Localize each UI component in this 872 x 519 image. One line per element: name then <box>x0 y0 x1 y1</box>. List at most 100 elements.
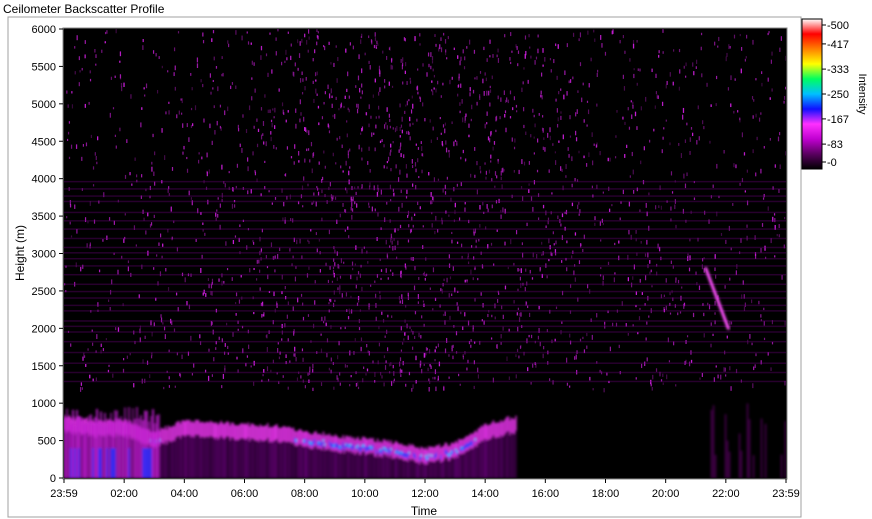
noise-speck <box>142 39 144 43</box>
noise-speck <box>477 277 479 281</box>
noise-speck <box>435 43 437 47</box>
noise-speck <box>158 56 160 59</box>
noise-speck <box>651 386 653 391</box>
noise-speck <box>311 168 313 174</box>
aerosol-edge <box>185 419 188 435</box>
noise-speck <box>490 242 493 246</box>
noise-speck <box>413 285 416 291</box>
noise-speck <box>405 164 407 169</box>
noise-speck <box>399 103 401 108</box>
noise-speck <box>375 124 377 129</box>
noise-speck <box>409 123 411 127</box>
noise-speck <box>360 36 362 39</box>
noise-speck <box>733 163 735 168</box>
aerosol-edge <box>167 425 170 441</box>
noise-speck <box>456 241 459 244</box>
noise-speck <box>627 107 629 111</box>
aerosol-core-bright <box>390 448 392 451</box>
noise-speck <box>156 89 159 94</box>
noise-speck <box>592 388 594 391</box>
noise-speck <box>399 169 401 175</box>
noise-speck <box>351 261 354 266</box>
noise-speck <box>655 205 657 210</box>
noise-speck <box>225 322 228 326</box>
aerosol-core <box>316 440 319 446</box>
noise-speck <box>82 356 84 361</box>
noise-speck <box>391 57 393 61</box>
noise-speck <box>153 267 155 270</box>
aerosol-core <box>367 445 370 451</box>
noise-speck <box>504 285 507 290</box>
noise-speck <box>284 173 286 177</box>
noise-speck <box>674 204 676 210</box>
noise-speck <box>400 189 402 194</box>
noise-speck <box>767 206 769 211</box>
noise-speck <box>600 239 602 242</box>
noise-speck <box>491 204 493 209</box>
noise-speck <box>299 238 301 244</box>
noise-speck <box>237 124 239 129</box>
noise-speck <box>267 72 269 77</box>
noise-speck <box>165 268 167 272</box>
noise-speck <box>391 65 394 70</box>
aerosol-edge <box>197 419 200 435</box>
noise-speck <box>316 29 318 33</box>
aerosol-edge <box>512 418 514 434</box>
colorbar-tick-label: -333 <box>827 64 849 76</box>
noise-speck <box>392 246 394 251</box>
noise-speck <box>97 136 99 141</box>
noise-speck <box>542 115 544 118</box>
noise-speck <box>600 34 602 40</box>
noise-speck <box>218 278 220 282</box>
noise-speck <box>431 56 434 61</box>
noise-speck <box>593 143 595 146</box>
aerosol-edge <box>212 422 215 438</box>
streak-core <box>114 448 116 478</box>
noise-speck <box>513 146 516 150</box>
noise-speck <box>314 300 316 305</box>
noise-speck <box>516 46 518 50</box>
noise-speck <box>651 285 653 288</box>
aerosol-edge <box>253 424 256 440</box>
streak-core <box>106 448 108 478</box>
noise-speck <box>284 60 286 63</box>
noise-speck <box>221 385 223 389</box>
noise-speck <box>648 225 650 231</box>
noise-speck <box>502 326 504 331</box>
noise-speck <box>431 89 433 92</box>
noise-speck <box>379 72 381 77</box>
aerosol-core <box>336 442 338 448</box>
aerosol-edge <box>236 425 239 441</box>
noise-speck <box>457 84 459 88</box>
noise-speck <box>770 367 772 371</box>
noise-speck <box>557 215 559 220</box>
noise-speck <box>241 35 243 41</box>
noise-speck <box>213 56 215 61</box>
noise-speck <box>533 114 535 118</box>
noise-speck <box>238 299 241 304</box>
noise-speck <box>389 152 391 156</box>
noise-speck <box>622 189 624 195</box>
noise-speck <box>221 73 223 77</box>
noise-speck <box>515 230 518 235</box>
noise-speck <box>686 122 688 126</box>
noise-speck <box>543 345 545 350</box>
noise-speck <box>669 142 671 146</box>
noise-speck <box>730 321 733 325</box>
noise-speck <box>537 217 540 220</box>
aerosol-edge <box>202 422 204 438</box>
noise-speck <box>700 46 702 51</box>
noise-speck <box>466 279 468 282</box>
aerosol-edge <box>233 425 236 441</box>
noise-speck <box>164 155 166 161</box>
noise-speck <box>431 61 434 64</box>
noise-speck <box>335 96 337 101</box>
noise-speck <box>273 116 275 119</box>
noise-speck <box>740 68 742 74</box>
noise-speck <box>432 267 435 273</box>
noise-speck <box>428 172 430 176</box>
noise-speck <box>543 137 545 140</box>
noise-speck <box>357 386 360 390</box>
noise-speck <box>437 343 439 348</box>
noise-speck <box>365 112 367 116</box>
